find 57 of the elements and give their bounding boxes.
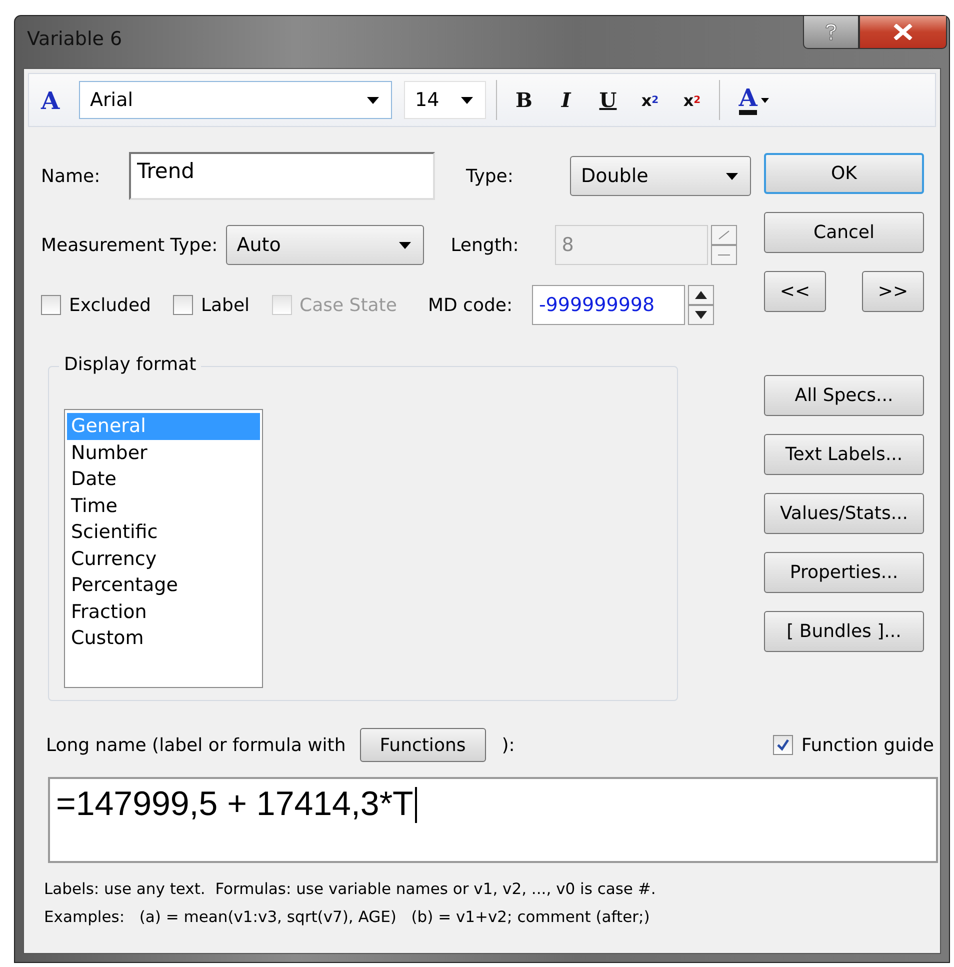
list-item[interactable]: Scientific (67, 519, 260, 546)
group-title: Display format (59, 354, 202, 375)
measurement-type-dropdown[interactable]: Auto (226, 225, 424, 265)
dialog-button[interactable]: Cancel (764, 212, 924, 253)
dialog-button[interactable]: Properties... (764, 552, 924, 593)
font-icon: A (41, 86, 71, 114)
checkbox[interactable]: Label (172, 294, 250, 316)
close-icon (893, 24, 913, 40)
list-item[interactable]: Currency (67, 546, 260, 572)
size-dropdown[interactable]: 14 (404, 81, 486, 119)
dialog-button[interactable]: Text Labels... (764, 434, 924, 475)
format-button[interactable]: x$^{2}$ (675, 82, 709, 118)
format-button[interactable]: B (507, 82, 541, 118)
font-dropdown[interactable]: Arial (79, 81, 392, 119)
font-color-button[interactable]: A (730, 82, 778, 118)
dialog-button[interactable]: Values/Stats... (764, 493, 924, 534)
checkbox[interactable]: Excluded (41, 294, 151, 316)
help-icon (823, 23, 839, 41)
field-label: Long name (label or formula with (46, 734, 346, 756)
help-button[interactable] (803, 16, 859, 49)
list-item[interactable]: Custom (67, 625, 260, 652)
list-item[interactable]: Time (67, 492, 260, 519)
spin-buttons[interactable] (688, 285, 714, 325)
list-item[interactable]: Fraction (67, 598, 260, 625)
nav-button[interactable]: >> (862, 271, 924, 312)
long-name-field[interactable]: =147999,5 + 17414,3*T (48, 777, 938, 863)
dropdown-arrow-icon (726, 172, 738, 180)
md-code-field[interactable]: -999999998 (532, 285, 685, 325)
name-field[interactable]: Trend (129, 152, 435, 200)
type-dropdown[interactable]: Double (570, 156, 751, 196)
field-label: Type: (466, 166, 514, 186)
help-text: Examples: (a) = mean(v1:v3, sqrt(v7), AGE) (b) = v1+v2; comment (after;) (43, 907, 651, 927)
field-label: ): (502, 734, 515, 756)
functions-button[interactable]: Functions (360, 728, 486, 762)
format-button[interactable]: I (549, 82, 583, 118)
field-label: Measurement Type: (41, 234, 218, 256)
caret-icon (761, 98, 770, 102)
close-button[interactable] (859, 16, 947, 49)
dialog-button[interactable]: OK (764, 153, 924, 194)
dropdown-arrow-icon (367, 96, 379, 104)
list-item[interactable]: Date (67, 466, 260, 492)
field-label: Length: (450, 234, 520, 256)
format-button[interactable]: U (591, 82, 625, 118)
checkmark-icon (776, 738, 790, 752)
window-title: Variable 6 (27, 28, 122, 50)
checkbox[interactable]: Function guide (773, 734, 934, 756)
dropdown-arrow-icon (398, 242, 411, 248)
nav-button[interactable]: << (764, 271, 826, 312)
dialog-button[interactable]: All Specs... (764, 375, 924, 416)
list-item[interactable]: Number (67, 440, 260, 466)
field-label: Name: (41, 166, 102, 186)
dialog-button[interactable]: [ Bundles ]... (764, 611, 924, 652)
dropdown-arrow-icon (461, 96, 473, 104)
list-item[interactable]: Percentage (67, 572, 260, 598)
field-label: MD code: (428, 294, 514, 316)
help-text: Labels: use any text. Formulas: use variable names or v1, v2, ..., v0 is case #. (43, 879, 657, 899)
format-list[interactable]: General Number Date Time Scientific Currency Percentage Fraction Custom (64, 409, 263, 688)
